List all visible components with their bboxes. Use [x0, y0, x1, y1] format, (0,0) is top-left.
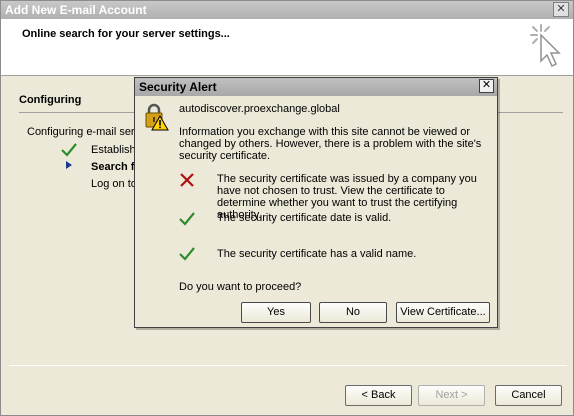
proceed-question: Do you want to proceed?: [179, 281, 302, 293]
cancel-button[interactable]: Cancel: [495, 385, 562, 406]
window-close-button[interactable]: ✕: [553, 2, 569, 17]
x-icon: [180, 173, 194, 187]
host-name: autodiscover.proexchange.global: [179, 103, 340, 115]
check-icon: [179, 212, 195, 226]
cursor-click-icon: [530, 24, 561, 68]
view-certificate-button[interactable]: View Certificate...: [396, 302, 490, 323]
info-text: Information you exchange with this site …: [179, 126, 482, 162]
next-button[interactable]: Next >: [418, 385, 485, 406]
lock-warning-icon: [145, 103, 169, 131]
window-title: Add New E-mail Account: [1, 1, 573, 19]
check-icon: [179, 247, 195, 261]
yes-button[interactable]: Yes: [241, 302, 311, 323]
divider: [9, 365, 567, 366]
back-button[interactable]: < Back: [345, 385, 412, 406]
cert-name-status: The security certificate has a valid nam…: [217, 248, 417, 260]
wizard-header: Online search for your server settings..…: [1, 19, 573, 76]
arrow-right-icon: [66, 161, 72, 169]
check-icon: [61, 143, 77, 157]
step-logon: Log on to: [91, 178, 137, 190]
header-title: Online search for your server settings..…: [22, 28, 230, 40]
config-status-text: Configuring e-mail server: [27, 126, 150, 138]
section-title: Configuring: [19, 94, 82, 106]
cert-date-status: The security certificate date is valid.: [217, 212, 392, 224]
security-alert-dialog: Security Alert ✕ autodiscover.proexchang…: [134, 77, 498, 328]
dialog-close-button[interactable]: ✕: [479, 79, 494, 93]
no-button[interactable]: No: [319, 302, 387, 323]
dialog-title: Security Alert: [135, 78, 497, 96]
